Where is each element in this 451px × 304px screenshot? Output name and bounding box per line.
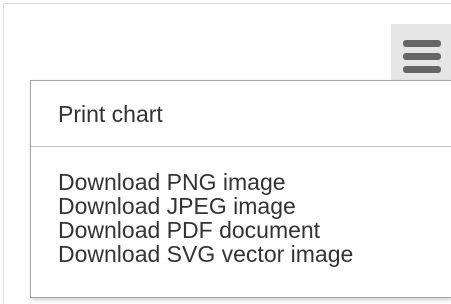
hamburger-menu-icon-middle-bar bbox=[403, 53, 441, 60]
menu-item-print-chart[interactable]: Print chart bbox=[58, 103, 163, 126]
hamburger-menu-icon bbox=[403, 40, 441, 47]
context-menu-button[interactable] bbox=[391, 24, 451, 84]
menu-item-download-svg[interactable]: Download SVG vector image bbox=[58, 243, 353, 266]
menu-item-download-png[interactable]: Download PNG image bbox=[58, 171, 286, 194]
menu-separator bbox=[31, 146, 451, 147]
menu-item-download-pdf[interactable]: Download PDF document bbox=[58, 219, 320, 242]
export-menu-dropdown: Print chart Download PNG image Download … bbox=[30, 80, 451, 298]
hamburger-menu-icon-bottom-bar bbox=[403, 66, 441, 73]
menu-item-download-jpeg[interactable]: Download JPEG image bbox=[58, 195, 296, 218]
